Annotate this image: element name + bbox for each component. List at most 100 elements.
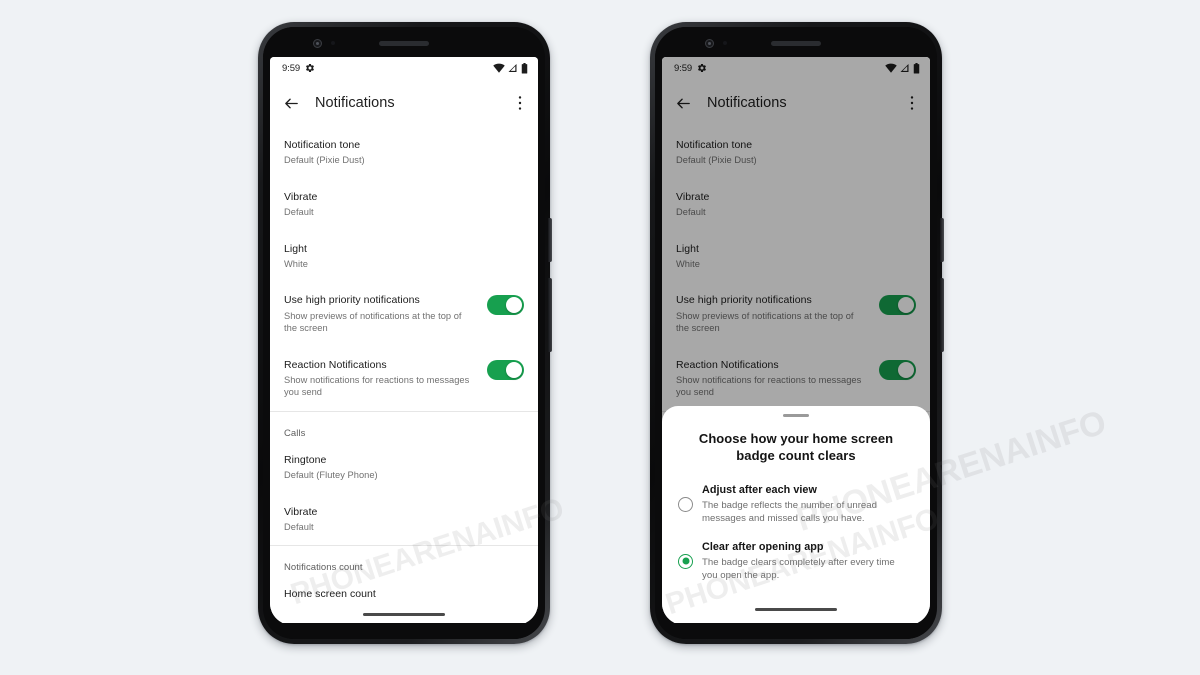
phone-screen-right: 9:59 Notifications Notification tone Def… [662,57,930,625]
radio-option-clear-after-opening-app[interactable]: Clear after opening app The badge clears… [662,540,930,597]
row-subtitle: Default (Pixie Dust) [284,155,365,166]
settings-list-left[interactable]: Notification tone Default (Pixie Dust) V… [270,127,538,603]
settings-row-notification-tone[interactable]: Notification tone Default (Pixie Dust) [270,127,538,179]
settings-row-notification-tone[interactable]: Notification tone Default (Pixie Dust) [662,127,930,179]
toggle-reaction-notifications[interactable] [487,359,524,380]
gesture-nav-pill[interactable] [755,607,837,611]
option-description: The badge clears completely after every … [702,556,895,582]
row-title: Ringtone [284,453,327,466]
row-title: Reaction Notifications [676,358,779,371]
app-bar-right: Notifications [662,79,930,127]
settings-row-vibrate[interactable]: Vibrate Default [270,179,538,231]
proximity-sensor-icon [331,41,335,45]
battery-icon [521,62,528,73]
status-bar-left-group: 9:59 [674,63,707,74]
radio-button-selected[interactable] [678,553,693,569]
row-title: Light [284,242,308,255]
radio-button-unselected[interactable] [678,496,693,512]
settings-row-light[interactable]: Light White [662,231,930,283]
overflow-menu-icon[interactable] [513,95,527,111]
status-bar-left: 9:59 [270,57,538,79]
row-text: Light White [676,243,916,271]
phone-chin-left [263,623,545,639]
status-bar-right: 9:59 [662,57,930,79]
settings-row-high-priority[interactable]: Use high priority notifications Show pre… [270,282,538,346]
settings-row-ringtone[interactable]: Ringtone Default (Flutey Phone) [270,442,538,494]
dialog-options-list: Adjust after each view The badge reflect… [662,465,930,598]
row-title: Vibrate [284,190,318,203]
row-text: Ringtone Default (Flutey Phone) [284,454,524,482]
android-ui-left: 9:59 Notifications Notification tone Def… [270,57,538,625]
row-text: Home screen count Clear after opening ap… [284,588,524,603]
settings-row-reaction-notifications[interactable]: Reaction Notifications Show notification… [270,347,538,411]
row-title: Use high priority notifications [284,294,420,307]
row-subtitle: Show previews of notifications at the to… [676,310,854,334]
badge-count-dialog: Choose how your home screen badge count … [662,405,930,625]
settings-row-reaction-notifications[interactable]: Reaction Notifications Show notification… [662,347,930,411]
back-arrow-icon[interactable] [283,95,300,112]
earpiece-speaker [771,41,821,46]
front-camera-icon [705,39,714,48]
row-title: Light [676,242,700,255]
row-subtitle: White [676,259,700,270]
phone-chin-right [655,623,937,639]
gesture-nav-bar-left [270,603,538,625]
gesture-nav-bar-dialog [662,597,930,621]
overflow-menu-icon[interactable] [905,95,919,111]
row-text: Reaction Notifications Show notification… [284,359,477,399]
option-title: Clear after opening app [702,540,824,553]
row-title: Notification tone [676,139,753,151]
signal-icon [900,64,909,72]
phone-mockup-right: 9:59 Notifications Notification tone Def… [650,22,944,644]
app-bar-left: Notifications [270,79,538,127]
gear-icon [698,63,706,73]
phone-bezel-left: 9:59 Notifications Notification tone Def… [263,27,545,639]
power-button[interactable] [940,218,944,262]
row-text: Vibrate Default [284,506,524,534]
row-text: Notification tone Default (Pixie Dust) [284,139,524,167]
row-text: Light White [284,243,524,271]
row-text: Notification tone Default (Pixie Dust) [676,139,916,167]
toggle-knob [506,297,522,314]
option-text: Clear after opening app The badge clears… [702,540,912,583]
settings-section-general: Notification tone Default (Pixie Dust) V… [270,127,538,411]
gesture-nav-pill[interactable] [363,612,445,616]
row-subtitle: Default [284,521,314,532]
settings-row-vibrate[interactable]: Vibrate Default [662,179,930,231]
option-text: Adjust after each view The badge reflect… [702,483,912,526]
screenshot-stage: 9:59 Notifications Notification tone Def… [0,0,1200,675]
android-ui-right: 9:59 Notifications Notification tone Def… [662,57,930,625]
settings-section-general: Notification tone Default (Pixie Dust) V… [662,127,930,411]
settings-row-home-screen-count[interactable]: Home screen count Clear after opening ap… [270,576,538,603]
row-text: Vibrate Default [284,191,524,219]
section-header-calls: Calls [284,427,306,439]
toggle-high-priority-notifications[interactable] [879,295,916,316]
proximity-sensor-icon [723,41,727,45]
option-title: Adjust after each view [702,483,817,496]
sensor-strip-right [655,27,937,57]
signal-icon [508,64,517,72]
radio-option-adjust-after-each-view[interactable]: Adjust after each view The badge reflect… [662,483,930,540]
settings-section-notifications-count: Notifications count Home screen count Cl… [270,545,538,603]
status-bar-clock: 9:59 [674,62,693,74]
power-button[interactable] [548,218,552,262]
dialog-title: Choose how your home screen badge count … [698,430,894,464]
volume-button[interactable] [940,278,944,352]
volume-button[interactable] [548,278,552,352]
row-text: Use high priority notifications Show pre… [284,294,477,334]
row-subtitle: Show notifications for reactions to mess… [676,374,862,398]
status-bar-left-group: 9:59 [282,63,315,74]
wifi-icon [493,63,505,73]
row-title: Use high priority notifications [676,294,812,307]
settings-row-high-priority[interactable]: Use high priority notifications Show pre… [662,282,930,346]
battery-icon [913,62,920,73]
row-title: Home screen count [284,588,376,601]
settings-row-call-vibrate[interactable]: Vibrate Default [270,494,538,546]
wifi-icon [885,63,897,73]
back-arrow-icon[interactable] [675,95,692,112]
toggle-reaction-notifications[interactable] [879,359,916,380]
row-title: Notification tone [284,139,361,151]
row-subtitle: Default [676,207,706,218]
settings-row-light[interactable]: Light White [270,231,538,283]
toggle-high-priority-notifications[interactable] [487,295,524,316]
